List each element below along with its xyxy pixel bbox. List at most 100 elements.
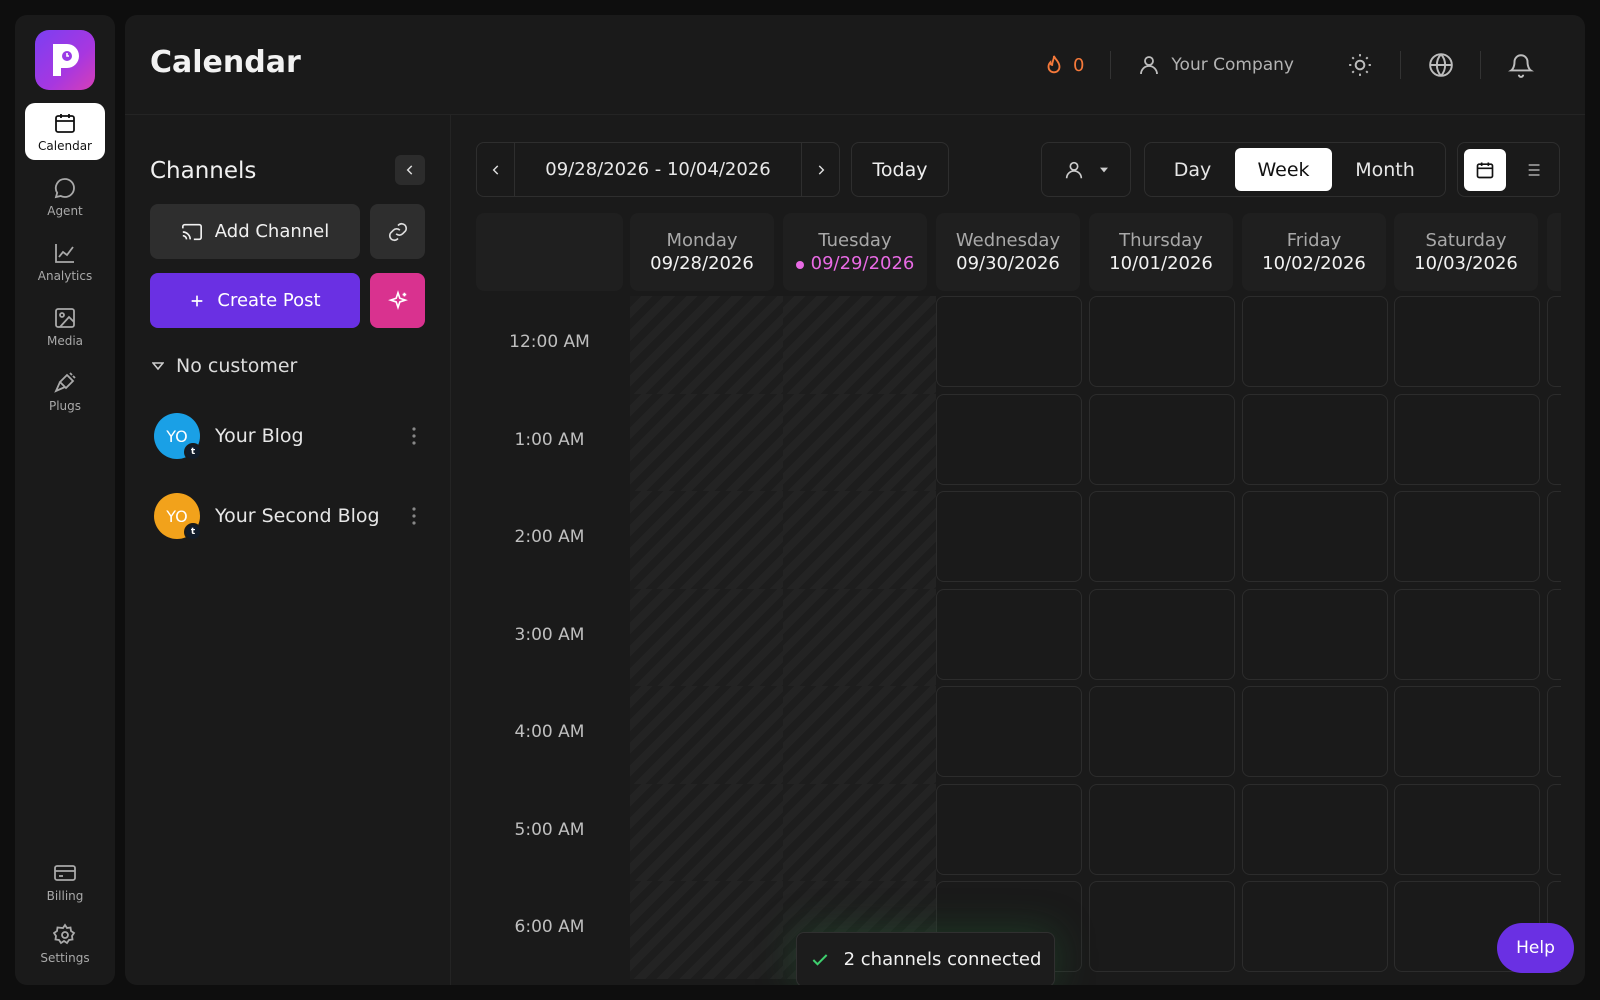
calendar-area: 09/28/2026 - 10/04/2026 Today Day Week M… xyxy=(452,115,1585,985)
channel-item[interactable]: YO t Your Second Blog xyxy=(154,493,424,541)
time-slot[interactable] xyxy=(1089,491,1235,582)
channel-menu-button[interactable] xyxy=(404,507,424,525)
chat-bubble-icon xyxy=(54,177,75,198)
view-month-button[interactable]: Month xyxy=(1332,148,1438,191)
list-layout-button[interactable] xyxy=(1512,149,1554,191)
time-slot[interactable] xyxy=(936,296,1082,387)
nav-item-agent[interactable]: Agent xyxy=(25,168,105,225)
week-grid: Monday 09/28/2026 Tuesday 09/29/2026 Wed… xyxy=(476,213,1561,985)
time-slot[interactable] xyxy=(1547,296,1561,387)
notifications-button[interactable] xyxy=(1480,51,1560,79)
nav-item-calendar[interactable]: Calendar xyxy=(25,103,105,160)
nav-rail: Calendar Agent Analytics Media Plugs Bil… xyxy=(15,15,115,985)
nav-item-media[interactable]: Media xyxy=(25,298,105,355)
company-name: Your Company xyxy=(1171,55,1294,75)
chevron-left-icon xyxy=(406,165,413,175)
theme-toggle[interactable] xyxy=(1320,51,1400,79)
time-slot xyxy=(630,881,783,979)
time-slot[interactable] xyxy=(1242,881,1388,972)
ai-generate-button[interactable] xyxy=(370,273,425,328)
time-slot[interactable] xyxy=(1547,491,1561,582)
channel-item[interactable]: YO t Your Blog xyxy=(154,413,424,461)
platform-badge: t xyxy=(184,443,202,461)
time-slot[interactable] xyxy=(1394,588,1540,680)
list-icon xyxy=(1524,163,1540,176)
day-date: 09/28/2026 xyxy=(650,253,754,274)
view-toggle: Day Week Month xyxy=(1144,142,1446,197)
time-slot[interactable] xyxy=(1089,686,1235,777)
day-header-friday: Friday 10/02/2026 xyxy=(1242,213,1386,291)
day-name: Friday xyxy=(1286,230,1342,251)
time-slot[interactable] xyxy=(1089,393,1235,485)
nav-label: Settings xyxy=(40,950,90,965)
time-label: 6:00 AM xyxy=(514,917,585,937)
time-slot[interactable] xyxy=(1242,491,1388,582)
time-slot[interactable] xyxy=(1242,588,1388,680)
company-selector[interactable]: Your Company xyxy=(1111,53,1320,77)
streak-counter[interactable]: 0 xyxy=(1043,51,1112,79)
help-button[interactable]: Help xyxy=(1497,923,1574,973)
time-slot[interactable] xyxy=(1242,296,1388,387)
time-slot[interactable] xyxy=(936,686,1082,777)
date-range-label[interactable]: 09/28/2026 - 10/04/2026 xyxy=(514,143,802,196)
time-slot[interactable] xyxy=(1394,393,1540,485)
nav-item-plugs[interactable]: Plugs xyxy=(25,363,105,420)
time-slot[interactable] xyxy=(1547,588,1561,680)
calendar-icon xyxy=(1476,162,1494,178)
caret-down-icon xyxy=(1100,167,1108,172)
view-week-button[interactable]: Week xyxy=(1235,148,1332,191)
copy-link-button[interactable] xyxy=(370,204,425,259)
time-slot[interactable] xyxy=(1089,296,1235,387)
prev-week-button[interactable] xyxy=(477,143,514,196)
add-channel-button[interactable]: Add Channel xyxy=(150,204,360,259)
customer-selector[interactable]: No customer xyxy=(152,355,297,377)
time-slot[interactable] xyxy=(1089,783,1235,875)
time-slot[interactable] xyxy=(1242,783,1388,875)
calendar-layout-button[interactable] xyxy=(1464,148,1506,191)
today-indicator xyxy=(795,260,804,269)
time-slot[interactable] xyxy=(936,588,1082,680)
nav-item-settings[interactable]: Settings xyxy=(25,915,105,972)
today-button[interactable]: Today xyxy=(851,142,949,197)
time-slot[interactable] xyxy=(1089,588,1235,680)
day-name: Saturday xyxy=(1425,230,1507,251)
create-post-button[interactable]: Create Post xyxy=(150,273,360,328)
time-slot[interactable] xyxy=(936,491,1082,582)
view-day-button[interactable]: Day xyxy=(1150,148,1235,191)
time-slot[interactable] xyxy=(936,783,1082,875)
time-slot[interactable] xyxy=(1089,881,1235,972)
time-slot[interactable] xyxy=(1547,393,1561,485)
time-label: 1:00 AM xyxy=(514,429,585,450)
link-icon xyxy=(388,222,407,241)
channel-menu-button[interactable] xyxy=(404,427,424,445)
time-slot xyxy=(783,783,936,881)
nav-item-billing[interactable]: Billing xyxy=(25,853,105,910)
time-slot[interactable] xyxy=(1394,783,1540,875)
language-selector[interactable] xyxy=(1400,51,1480,79)
time-slot[interactable] xyxy=(1547,783,1561,875)
app-logo[interactable] xyxy=(35,30,95,90)
time-slot[interactable] xyxy=(1242,686,1388,777)
collapse-channels-button[interactable] xyxy=(395,155,425,185)
next-week-button[interactable] xyxy=(802,143,839,196)
time-label: 5:00 AM xyxy=(514,819,585,840)
day-header-sunday xyxy=(1547,213,1561,291)
nav-label: Analytics xyxy=(37,268,93,283)
add-channel-label: Add Channel xyxy=(214,221,330,242)
time-slot[interactable] xyxy=(936,393,1082,485)
time-slot xyxy=(630,783,783,881)
time-slot[interactable] xyxy=(1547,686,1561,777)
day-header-wednesday: Wednesday 09/30/2026 xyxy=(936,213,1080,291)
time-slot[interactable] xyxy=(1394,686,1540,777)
gear-icon xyxy=(53,922,76,944)
day-date: 09/30/2026 xyxy=(956,253,1060,274)
nav-item-analytics[interactable]: Analytics xyxy=(25,233,105,290)
time-slot[interactable] xyxy=(1242,393,1388,485)
time-slot[interactable] xyxy=(1394,491,1540,582)
channels-panel: Channels Add Channel Create Post No cust… xyxy=(125,115,451,985)
platform-badge: t xyxy=(184,523,202,541)
avatar: YO t xyxy=(154,413,202,461)
time-slot[interactable] xyxy=(1394,296,1540,387)
day-header-saturday: Saturday 10/03/2026 xyxy=(1394,213,1538,291)
user-filter-dropdown[interactable] xyxy=(1041,142,1131,197)
